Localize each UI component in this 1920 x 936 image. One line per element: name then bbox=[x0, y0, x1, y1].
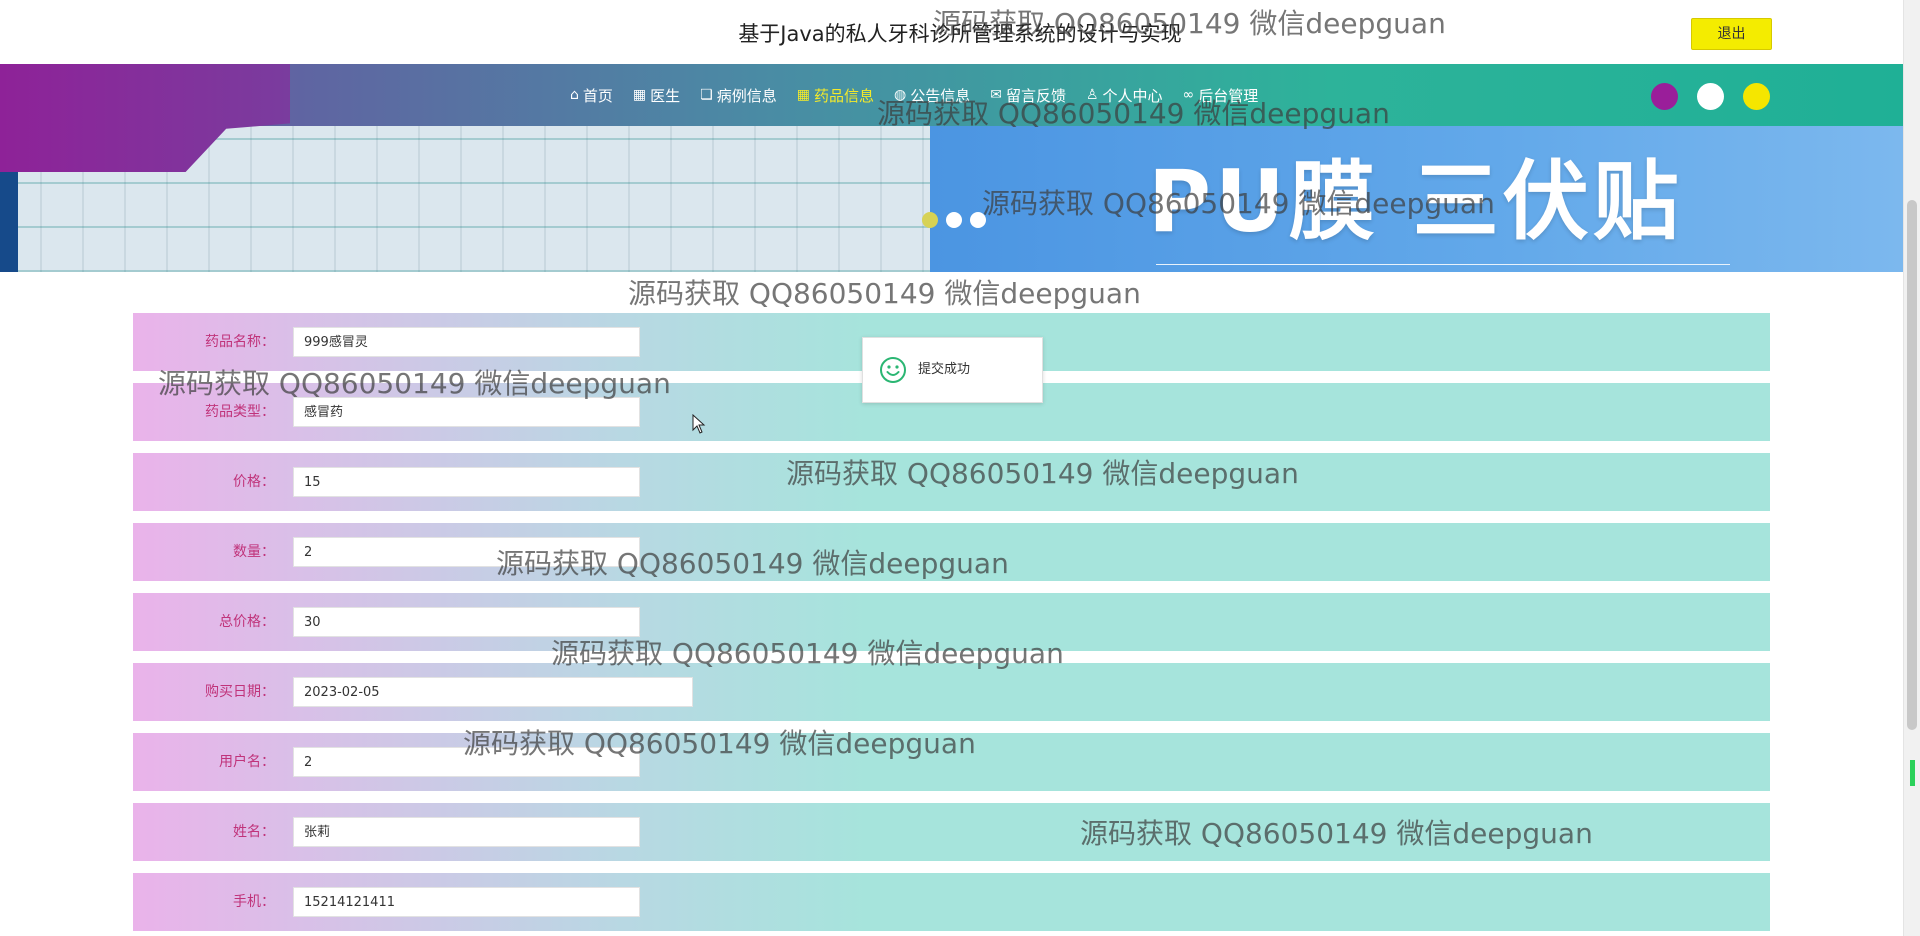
nav-item-4[interactable]: ◍ 公告信息 bbox=[884, 64, 980, 126]
globe-icon: ◍ bbox=[893, 87, 907, 103]
toast-message: 提交成功 bbox=[918, 362, 971, 377]
form-row: 购买日期： 2023-02-05 bbox=[133, 663, 1770, 721]
form-input[interactable]: 15214121411 bbox=[293, 887, 640, 917]
form-label: 药品名称： bbox=[205, 334, 275, 350]
form-input[interactable]: 2023-02-05 bbox=[293, 677, 693, 707]
form-label: 药品类型： bbox=[205, 404, 275, 420]
grid-icon: ▦ bbox=[796, 87, 810, 103]
form-row: 数量： 2 bbox=[133, 523, 1770, 581]
logout-button[interactable]: 退出 bbox=[1691, 18, 1772, 50]
nav-item-label: 病例信息 bbox=[716, 86, 777, 105]
form-row: 总价格： 30 bbox=[133, 593, 1770, 651]
mouse-cursor-icon bbox=[692, 414, 706, 434]
nav-item-5[interactable]: ✉ 留言反馈 bbox=[980, 64, 1076, 126]
nav-item-label: 留言反馈 bbox=[1005, 86, 1066, 105]
theme-switcher bbox=[1651, 83, 1770, 110]
carousel-dot-3[interactable] bbox=[970, 212, 986, 228]
page-scrollbar[interactable] bbox=[1903, 0, 1920, 936]
scroll-thumb[interactable] bbox=[1907, 200, 1917, 730]
nav-item-label: 个人中心 bbox=[1102, 86, 1163, 105]
success-toast: 提交成功 bbox=[862, 337, 1043, 403]
form-label: 数量： bbox=[233, 544, 275, 560]
user-icon: ♙ bbox=[1085, 87, 1099, 103]
carousel-dot-1[interactable] bbox=[922, 212, 938, 228]
home-icon: ⌂ bbox=[570, 87, 579, 103]
smile-icon bbox=[880, 357, 906, 383]
watermark-text: 源码获取 QQ86050149 微信deepguan bbox=[628, 277, 1141, 310]
carousel-dot-2[interactable] bbox=[946, 212, 962, 228]
form-label: 姓名： bbox=[233, 824, 275, 840]
carousel-indicators bbox=[922, 212, 986, 228]
nav-item-label: 后台管理 bbox=[1198, 86, 1259, 105]
nav-item-3[interactable]: ▦ 药品信息 bbox=[787, 64, 884, 126]
form-label: 手机： bbox=[233, 894, 275, 910]
form-row: 姓名： 张莉 bbox=[133, 803, 1770, 861]
banner-headline: PU膜 三伏贴 bbox=[1148, 152, 1683, 252]
nav-item-label: 医生 bbox=[650, 86, 681, 105]
top-header: 基于Java的私人牙科诊所管理系统的设计与实现 退出 bbox=[0, 0, 1920, 65]
form-label: 购买日期： bbox=[205, 684, 275, 700]
nav-item-label: 公告信息 bbox=[910, 86, 971, 105]
form-input[interactable]: 15 bbox=[293, 467, 640, 497]
theme-dot-1[interactable] bbox=[1651, 83, 1678, 110]
nav-item-6[interactable]: ♙ 个人中心 bbox=[1076, 64, 1173, 126]
doctor-icon: ▦ bbox=[632, 87, 647, 103]
site-title: 基于Java的私人牙科诊所管理系统的设计与实现 bbox=[738, 22, 1182, 46]
banner-divider bbox=[1156, 264, 1730, 265]
nav-item-label: 首页 bbox=[582, 86, 613, 105]
nav-item-7[interactable]: ∞ 后台管理 bbox=[1173, 64, 1269, 126]
form-row: 价格： 15 bbox=[133, 453, 1770, 511]
form-input[interactable]: 张莉 bbox=[293, 817, 640, 847]
form-row: 手机： 15214121411 bbox=[133, 873, 1770, 931]
form-label: 价格： bbox=[233, 474, 275, 490]
form-row: 用户名： 2 bbox=[133, 733, 1770, 791]
form-label: 用户名： bbox=[219, 754, 275, 770]
link-icon: ∞ bbox=[1182, 87, 1195, 103]
nav-item-1[interactable]: ▦ 医生 bbox=[623, 64, 690, 126]
form-input[interactable]: 30 bbox=[293, 607, 640, 637]
scroll-position-marker bbox=[1910, 760, 1915, 786]
theme-dot-3[interactable] bbox=[1743, 83, 1770, 110]
form-input[interactable]: 2 bbox=[293, 747, 640, 777]
form-label: 总价格： bbox=[219, 614, 275, 630]
nav-item-label: 药品信息 bbox=[813, 86, 874, 105]
form-input[interactable]: 感冒药 bbox=[293, 397, 640, 427]
banner-carousel: PU膜 三伏贴 bbox=[0, 126, 1903, 272]
mail-icon: ✉ bbox=[990, 87, 1002, 103]
theme-dot-2[interactable] bbox=[1697, 83, 1724, 110]
nav-menu: ⌂ 首页 ▦ 医生 ❏ 病例信息 ▦ 药品信息 ◍ 公告信息 ✉ 留言反馈 ♙ 个人中心 ∞ 后台管理 bbox=[560, 64, 1268, 126]
form-input[interactable]: 999感冒灵 bbox=[293, 327, 640, 357]
nav-item-2[interactable]: ❏ 病例信息 bbox=[690, 64, 787, 126]
nav-item-0[interactable]: ⌂ 首页 bbox=[560, 64, 623, 126]
book-icon: ❏ bbox=[700, 87, 713, 103]
form-input[interactable]: 2 bbox=[293, 537, 640, 567]
